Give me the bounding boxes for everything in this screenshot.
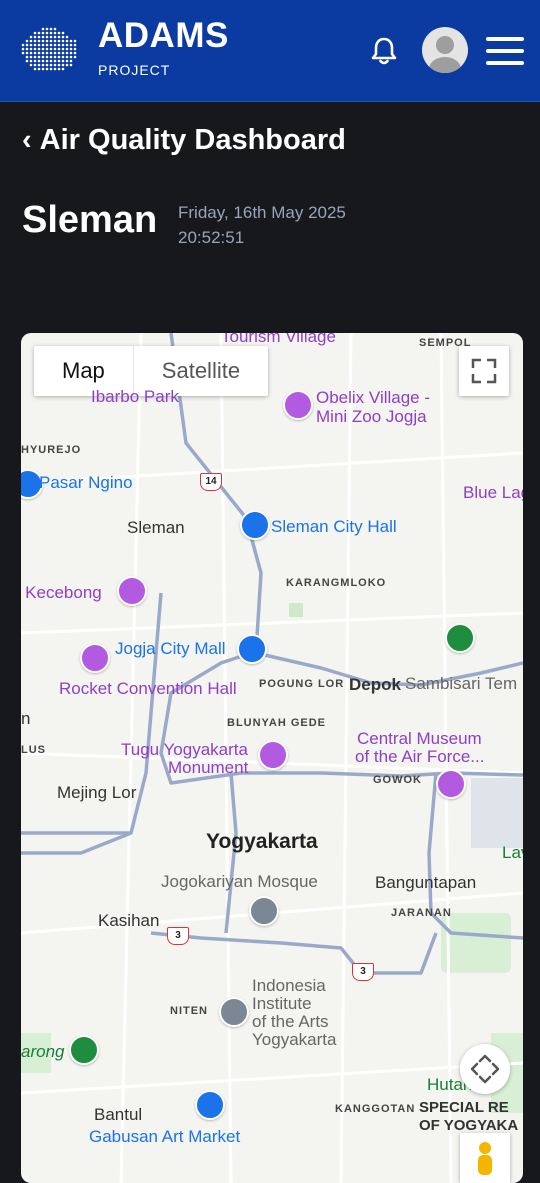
route-shield: 14 (200, 473, 222, 491)
map-label: Yogyakarta (252, 1030, 337, 1049)
map-label: Tourism Village (221, 333, 336, 346)
map-label: h Kecebong (21, 583, 102, 602)
map-label: OF YOGYAKA (419, 1117, 519, 1134)
map-label: LUS (21, 744, 46, 756)
brand-subtitle: PROJECT (98, 62, 171, 78)
map-label: Gabusan Art Market (89, 1127, 241, 1146)
back-link[interactable]: ‹ Air Quality Dashboard (22, 124, 346, 157)
datetime: Friday, 16th May 2025 20:52:51 (178, 200, 346, 250)
map-label: Bantul (94, 1105, 143, 1124)
pegman-icon (478, 1142, 492, 1175)
map-label: Central Museum (357, 729, 482, 748)
map-label: Institute (252, 994, 312, 1013)
map-label: arong (21, 1042, 65, 1061)
fullscreen-icon (471, 358, 497, 384)
map-label: Rocket Convention Hall (59, 679, 237, 698)
map-label: NITEN (170, 1005, 208, 1017)
map-label: KANGGOTAN (335, 1103, 416, 1115)
map-label: POGUNG LOR (259, 678, 345, 690)
map-label: KARANGMLOKO (286, 577, 387, 589)
adams-logo-icon[interactable]: /* dots drawn below */ (20, 26, 84, 74)
map-label: Mini Zoo Jogja (316, 407, 427, 426)
map-marker-icon[interactable] (80, 643, 110, 673)
map-marker-icon[interactable] (195, 1090, 225, 1120)
map-label: Obelix Village - (316, 388, 431, 407)
user-avatar[interactable] (422, 27, 468, 73)
city-name: Sleman (22, 199, 158, 241)
map-marker-icon[interactable] (219, 997, 249, 1027)
route-shield: 3 (352, 963, 374, 981)
map-label: Mejing Lor (57, 783, 137, 802)
map-label: Depok (349, 675, 401, 694)
notification-bell-icon[interactable] (366, 33, 402, 69)
map-label: Blue Lag (463, 483, 523, 502)
user-avatar-icon (429, 36, 461, 73)
map-view[interactable]: Map Satellite Tourism Village SEMPOL Iba… (21, 333, 523, 1183)
map-marker-icon[interactable] (237, 634, 267, 664)
map-label: Jogja City Mall (115, 639, 226, 658)
map-marker-icon[interactable] (436, 769, 466, 799)
map-label: HYUREJO (21, 444, 82, 456)
map-label: Tugu Yogyakarta (121, 740, 248, 759)
map-label: BLUNYAH GEDE (227, 717, 326, 729)
map-pan-button[interactable] (460, 1044, 510, 1094)
map-marker-icon[interactable] (249, 896, 279, 926)
map-marker-icon[interactable] (240, 510, 270, 540)
map-marker-icon[interactable] (258, 740, 288, 770)
map-marker-icon[interactable] (117, 576, 147, 606)
route-shield: 3 (167, 927, 189, 945)
map-label: Yogyakarta (206, 830, 318, 853)
fullscreen-button[interactable] (459, 346, 509, 396)
move-arrows-icon (470, 1054, 500, 1084)
page-title: Air Quality Dashboard (39, 124, 346, 156)
brand-name[interactable]: ADAMS (98, 16, 229, 56)
map-label: Kasihan (98, 911, 160, 930)
map-marker-icon[interactable] (69, 1035, 99, 1065)
app-header: /* dots drawn below */ ADAMS PROJECT (0, 0, 540, 102)
map-label: of the Arts (252, 1012, 329, 1031)
street-view-button[interactable] (460, 1133, 510, 1183)
map-label: Indonesia (252, 976, 326, 995)
map-label: GOWOK (373, 774, 422, 786)
map-label: SEMPOL (419, 337, 472, 349)
time-text: 20:52:51 (178, 228, 245, 247)
map-label: Pasar Ngino (39, 473, 133, 492)
hamburger-menu-icon[interactable] (486, 37, 524, 65)
map-label: Sleman City Hall (271, 517, 397, 536)
map-label: Banguntapan (375, 873, 477, 892)
map-label: Lav (502, 843, 523, 862)
map-label: Sambisari Tem (405, 674, 518, 693)
date-text: Friday, 16th May 2025 (178, 203, 346, 222)
map-label: SPECIAL RE (419, 1099, 509, 1116)
map-label: Ibarbo Park (91, 387, 179, 406)
map-label: JARANAN (391, 907, 452, 919)
map-marker-icon[interactable] (445, 623, 475, 653)
map-label: Jogokariyan Mosque (161, 872, 318, 891)
map-label: n (21, 709, 31, 728)
chevron-left-icon: ‹ (22, 124, 32, 156)
map-label: Sleman (127, 518, 185, 537)
map-label: Monument (168, 758, 249, 777)
map-label: of the Air Force... (355, 747, 485, 766)
map-marker-icon[interactable] (283, 390, 313, 420)
